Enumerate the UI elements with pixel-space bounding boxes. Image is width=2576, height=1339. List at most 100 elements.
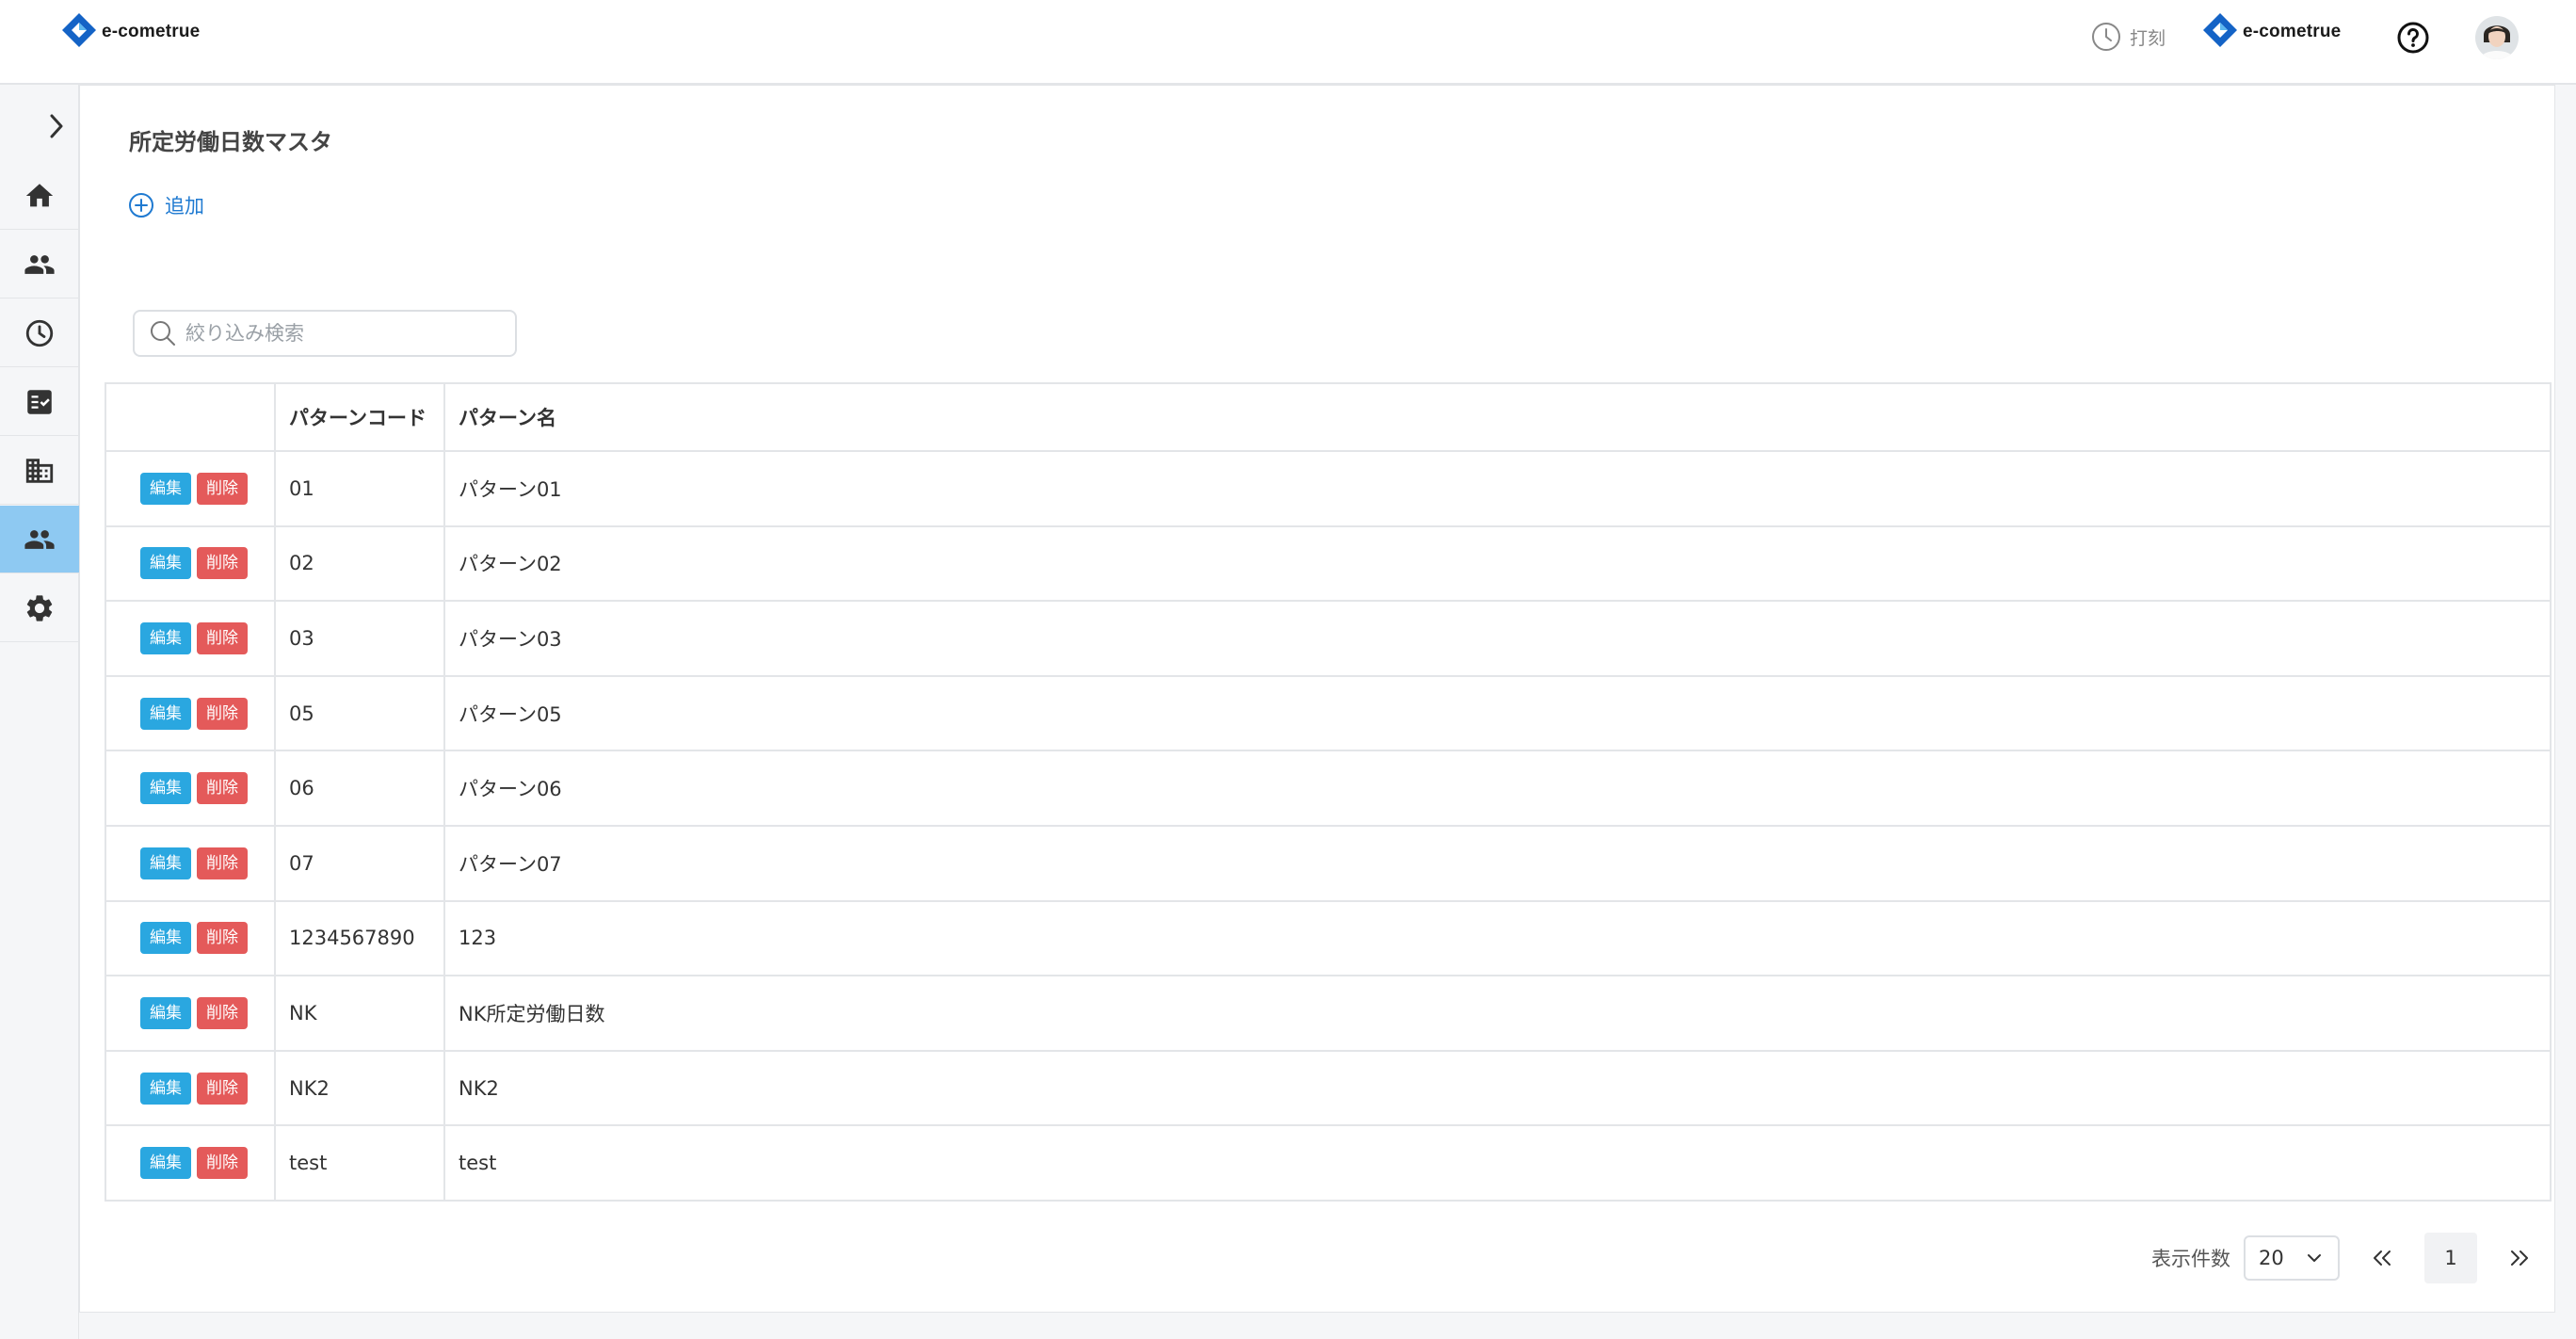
pattern-name-cell: パターン05 [444,675,2552,752]
pattern-name-cell: パターン01 [444,451,2552,527]
people-icon [24,529,55,549]
edit-button[interactable]: 編集 [140,772,191,805]
help-icon [2397,22,2429,54]
edit-button[interactable]: 編集 [140,847,191,879]
edit-button[interactable]: 編集 [140,472,191,505]
pattern-name-cell: パターン06 [444,750,2552,827]
pattern-code-cell: 01 [275,451,445,527]
delete-button[interactable]: 削除 [197,547,248,580]
edit-button[interactable]: 編集 [140,1147,191,1180]
row-actions-cell: 編集 削除 [105,601,276,677]
delete-button[interactable]: 削除 [197,621,248,654]
delete-button[interactable]: 削除 [197,996,248,1029]
row-actions-cell: 編集 削除 [105,976,276,1052]
delete-button[interactable]: 削除 [197,847,248,879]
people-icon [24,254,55,274]
pattern-name-cell: NK2 [444,1050,2552,1127]
sidebar-toggle[interactable] [38,107,75,145]
row-actions-cell: 編集 削除 [105,825,276,902]
sidebar-item-users[interactable] [0,231,79,298]
delete-button[interactable]: 削除 [197,1147,248,1180]
column-header-name[interactable]: パターン名 [444,383,2552,452]
table-row: 編集 削除 02 パターン02 [105,525,2552,603]
row-actions-cell: 編集 削除 [105,750,276,827]
pattern-name-cell: NK所定労働日数 [444,976,2552,1052]
delete-button[interactable]: 削除 [197,772,248,805]
column-header-code[interactable]: パターンコード [275,383,445,452]
sidebar-item-company[interactable] [0,437,79,505]
edit-button[interactable]: 編集 [140,1072,191,1105]
table-row: 編集 削除 03 パターン03 [105,601,2552,677]
pattern-code-cell: 07 [275,825,445,902]
main-panel: 所定労働日数マスタ 追加 パターンコード パターン名 編集削除01パターン01編… [79,85,2555,1313]
row-actions-cell: 編集 削除 [105,1050,276,1127]
pattern-table: パターンコード パターン名 編集 削除 01 パターン01 編集 削除 02 パターン02 編集… [105,382,2552,1202]
pattern-code-cell: test [275,1125,445,1202]
pattern-code-cell: 1234567890 [275,900,445,977]
logo-icon [2203,13,2237,47]
company-brand-text: e-cometrue [2243,22,2342,41]
chevron-down-icon [2308,1254,2321,1262]
edit-button[interactable]: 編集 [140,697,191,730]
table-row: 編集 削除 test test [105,1125,2552,1202]
pattern-name-cell: パターン07 [444,825,2552,902]
sidebar-item-attendance[interactable] [0,299,79,367]
pattern-name-cell: 123 [444,900,2552,977]
edit-button[interactable]: 編集 [140,621,191,654]
punch-label: 打刻 [2130,27,2166,49]
app-logo[interactable]: e-cometrue [60,11,200,53]
page-number-current[interactable]: 1 [2424,1233,2477,1283]
clock-icon [2092,23,2120,51]
pattern-code-cell: NK2 [275,1050,445,1127]
punch-button[interactable]: 打刻 [2090,19,2165,55]
delete-button[interactable]: 削除 [197,1072,248,1105]
sidebar-item-settings[interactable] [0,574,79,642]
logo-icon [62,13,96,47]
edit-button[interactable]: 編集 [140,922,191,955]
delete-button[interactable]: 削除 [197,472,248,505]
row-actions-cell: 編集 削除 [105,451,276,527]
column-header-actions [105,383,276,452]
pattern-name-cell: パターン03 [444,601,2552,677]
chevron-right-icon [50,114,63,138]
table-header-row: パターンコード パターン名 [105,383,2552,452]
help-button[interactable] [2395,20,2431,56]
pattern-name-cell: パターン02 [444,525,2552,603]
row-actions-cell: 編集 削除 [105,525,276,603]
table-row: 編集 削除 NK2 NK2 [105,1050,2552,1127]
pattern-code-cell: 02 [275,525,445,603]
row-actions-cell: 編集 削除 [105,1125,276,1202]
double-chevron-left-icon[interactable] [2366,1242,2398,1274]
building-icon [25,458,54,483]
sidebar [0,85,79,1339]
row-actions-cell: 編集 削除 [105,900,276,977]
search-box[interactable] [133,310,517,357]
app-brand-text: e-cometrue [102,22,201,41]
edit-button[interactable]: 編集 [140,547,191,580]
sidebar-item-tasks[interactable] [0,368,79,436]
page-title: 所定労働日数マスタ [129,129,332,155]
add-button[interactable]: 追加 [127,191,204,219]
add-label: 追加 [165,195,204,218]
sidebar-item-home[interactable] [0,162,79,230]
sidebar-item-groups[interactable] [0,506,79,573]
table-row: 編集 削除 06 パターン06 [105,750,2552,827]
edit-button[interactable]: 編集 [140,996,191,1029]
table-row: 編集 削除 01 パターン01 [105,451,2552,527]
gear-icon [26,594,53,621]
pattern-code-cell: 06 [275,750,445,827]
top-bar: e-cometrue 打刻 e-cometrue [0,0,2576,85]
search-input[interactable] [185,322,506,345]
pattern-name-cell: test [444,1125,2552,1202]
home-icon [25,183,54,206]
table-row: 編集 削除 NK NK所定労働日数 [105,976,2552,1052]
user-avatar[interactable] [2475,16,2519,59]
double-chevron-right-icon[interactable] [2504,1242,2536,1274]
per-page-value: 20 [2259,1247,2284,1269]
avatar-image [2475,16,2519,59]
per-page-select[interactable]: 20 [2244,1235,2340,1281]
plus-circle-icon [129,193,153,218]
delete-button[interactable]: 削除 [197,922,248,955]
delete-button[interactable]: 削除 [197,697,248,730]
table-row: 編集 削除 1234567890 123 [105,900,2552,977]
